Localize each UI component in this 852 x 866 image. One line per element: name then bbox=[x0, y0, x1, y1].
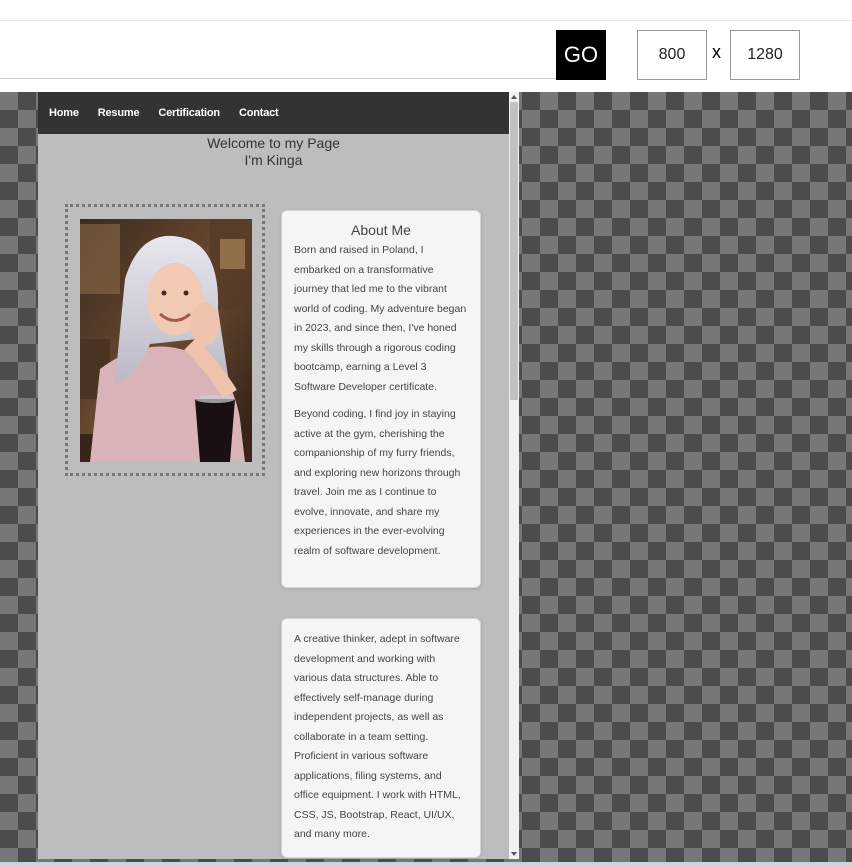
height-input[interactable]: 1280 bbox=[730, 30, 800, 80]
site-navbar: Home Resume Certification Contact bbox=[38, 92, 509, 134]
width-input[interactable]: 800 bbox=[637, 30, 707, 80]
nav-certification-link[interactable]: Certification bbox=[158, 107, 220, 119]
scroll-down-icon[interactable] bbox=[511, 852, 517, 856]
about-paragraph-2: Beyond coding, I find joy in staying act… bbox=[294, 408, 461, 557]
preview-frame[interactable]: Home Resume Certification Contact Welcom… bbox=[38, 92, 509, 859]
welcome-heading: Welcome to my Page I'm Kinga bbox=[38, 135, 509, 169]
profile-photo bbox=[80, 219, 252, 462]
dimension-separator: x bbox=[712, 42, 721, 62]
skills-paragraph: A creative thinker, adept in software de… bbox=[294, 633, 461, 840]
scrollbar-thumb[interactable] bbox=[510, 102, 518, 400]
scroll-up-icon[interactable] bbox=[511, 95, 517, 99]
welcome-line: Welcome to my Page bbox=[207, 135, 340, 151]
nav-home-link[interactable]: Home bbox=[49, 107, 79, 119]
go-button[interactable]: GO bbox=[556, 30, 606, 80]
responsive-toolbar: GO 800 x 1280 bbox=[0, 0, 852, 92]
bottom-border bbox=[0, 862, 852, 866]
about-me-card: About Me Born and raised in Poland, I em… bbox=[281, 210, 481, 588]
about-me-title: About Me bbox=[351, 222, 411, 238]
skills-card: A creative thinker, adept in software de… bbox=[281, 618, 481, 858]
url-input[interactable] bbox=[0, 21, 556, 79]
name-line: I'm Kinga bbox=[244, 152, 303, 168]
nav-contact-link[interactable]: Contact bbox=[239, 107, 279, 119]
profile-photo-frame bbox=[65, 204, 265, 476]
profile-photo-image bbox=[80, 219, 252, 462]
preview-scrollbar[interactable] bbox=[509, 92, 519, 859]
nav-resume-link[interactable]: Resume bbox=[98, 107, 140, 119]
about-paragraph-1: Born and raised in Poland, I embarked on… bbox=[294, 244, 467, 393]
